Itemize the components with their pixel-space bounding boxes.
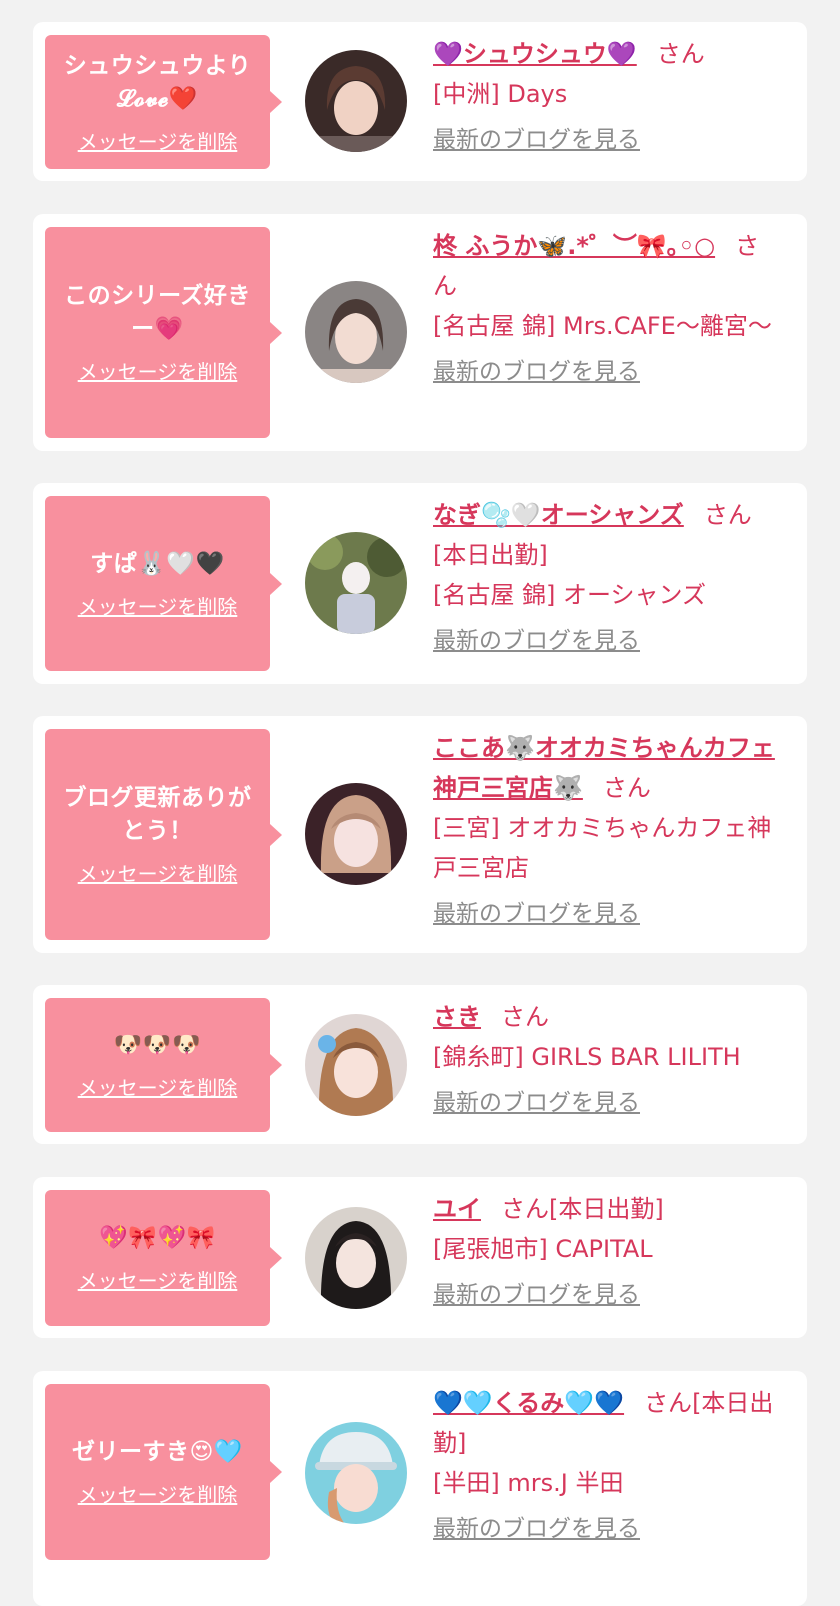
honorific: さん bbox=[656, 40, 705, 68]
delete-message-link[interactable]: メッセージを削除 bbox=[78, 858, 238, 887]
message-bubble: 💖🎀💖🎀 メッセージを削除 bbox=[45, 1190, 282, 1326]
cast-info: 💙🩵くるみ🩵💙 さん[本日出勤] [半田] mrs.J 半田 最新のブログを見る bbox=[433, 1383, 778, 1549]
avatar[interactable] bbox=[305, 1207, 407, 1309]
message-text: すぱ🐰🤍🖤 bbox=[90, 550, 225, 577]
avatar[interactable] bbox=[305, 1014, 407, 1116]
message-bubble: ゼリーすき😍🩵 メッセージを削除 bbox=[45, 1384, 282, 1560]
woman-portrait-icon bbox=[305, 1207, 407, 1309]
shop-name: [中洲] Days bbox=[433, 80, 568, 108]
message-bubble: このシリーズ好きー💗 メッセージを削除 bbox=[45, 227, 282, 438]
message-card: 🐶🐶🐶 メッセージを削除 さき さん [錦糸町] GIRLS BAR LILITH… bbox=[33, 985, 807, 1144]
cast-name-link[interactable]: なぎ🫧🤍オーシャンズ bbox=[433, 501, 684, 529]
latest-blog-link[interactable]: 最新のブログを見る bbox=[433, 1509, 778, 1549]
delete-message-link[interactable]: メッセージを削除 bbox=[78, 591, 238, 620]
latest-blog-link[interactable]: 最新のブログを見る bbox=[433, 894, 778, 934]
message-bubble: 🐶🐶🐶 メッセージを削除 bbox=[45, 998, 282, 1132]
woman-cap-icon bbox=[305, 1422, 407, 1524]
honorific: さん bbox=[644, 1389, 693, 1417]
message-card: シュウシュウより𝓛𝓸𝓿𝓮❤️ メッセージを削除 💜シュウシュウ💜 さん [中洲] … bbox=[33, 22, 807, 181]
work-status: [本日出勤] bbox=[433, 541, 548, 569]
cast-name-link[interactable]: 💙🩵くるみ🩵💙 bbox=[433, 1389, 624, 1417]
cast-info: ユイ さん[本日出勤] [尾張旭市] CAPITAL 最新のブログを見る bbox=[433, 1189, 778, 1315]
honorific: さん bbox=[501, 1003, 549, 1031]
cast-name-link[interactable]: 💜シュウシュウ💜 bbox=[433, 40, 637, 68]
message-card: すぱ🐰🤍🖤 メッセージを削除 なぎ🫧🤍オーシャンズ さん [本日出勤] [名古屋 錦… bbox=[33, 483, 807, 684]
message-text: ブログ更新ありがとう！ bbox=[63, 785, 252, 844]
message-text: 🐶🐶🐶 bbox=[113, 1032, 202, 1058]
avatar[interactable] bbox=[305, 281, 407, 383]
honorific: さん bbox=[501, 1195, 549, 1223]
delete-message-link[interactable]: メッセージを削除 bbox=[78, 1265, 238, 1294]
shop-name: [尾張旭市] CAPITAL bbox=[433, 1235, 653, 1263]
cast-name-link[interactable]: 柊 ふうか🦋.*゜︶🎀｡◦○ bbox=[433, 232, 715, 260]
delete-message-link[interactable]: メッセージを削除 bbox=[78, 1072, 238, 1101]
message-text: このシリーズ好きー💗 bbox=[64, 283, 251, 342]
message-text: シュウシュウより𝓛𝓸𝓿𝓮❤️ bbox=[63, 52, 252, 112]
latest-blog-link[interactable]: 最新のブログを見る bbox=[433, 1083, 778, 1123]
delete-message-link[interactable]: メッセージを削除 bbox=[78, 1479, 238, 1508]
latest-blog-link[interactable]: 最新のブログを見る bbox=[433, 1275, 778, 1315]
message-text: 💖🎀💖🎀 bbox=[99, 1225, 216, 1251]
shop-name: [錦糸町] GIRLS BAR LILITH bbox=[433, 1043, 741, 1071]
avatar[interactable] bbox=[305, 783, 407, 885]
shop-name: [三宮] オオカミちゃんカフェ神戸三宮店 bbox=[433, 814, 772, 882]
latest-blog-link[interactable]: 最新のブログを見る bbox=[433, 120, 778, 160]
work-status: [本日出勤] bbox=[549, 1195, 664, 1223]
cast-info: さき さん [錦糸町] GIRLS BAR LILITH 最新のブログを見る bbox=[433, 997, 778, 1123]
message-card: このシリーズ好きー💗 メッセージを削除 柊 ふうか🦋.*゜︶🎀｡◦○ さん [名古… bbox=[33, 214, 807, 451]
message-bubble: シュウシュウより𝓛𝓸𝓿𝓮❤️ メッセージを削除 bbox=[45, 35, 282, 169]
latest-blog-link[interactable]: 最新のブログを見る bbox=[433, 621, 778, 661]
message-bubble: ブログ更新ありがとう！ メッセージを削除 bbox=[45, 729, 282, 940]
woman-outdoor-icon bbox=[305, 532, 407, 634]
delete-message-link[interactable]: メッセージを削除 bbox=[78, 356, 238, 385]
avatar[interactable] bbox=[305, 532, 407, 634]
woman-portrait-icon bbox=[305, 1014, 407, 1116]
cast-info: 柊 ふうか🦋.*゜︶🎀｡◦○ さん [名古屋 錦] Mrs.CAFE～離宮～ 最新… bbox=[433, 226, 778, 392]
avatar[interactable] bbox=[305, 50, 407, 152]
message-text: ゼリーすき😍🩵 bbox=[71, 1439, 244, 1465]
cast-name-link[interactable]: さき bbox=[433, 1003, 481, 1031]
message-card: ゼリーすき😍🩵 メッセージを削除 💙🩵くるみ🩵💙 さん[本日出勤] [半田] mr… bbox=[33, 1371, 807, 1606]
message-bubble: すぱ🐰🤍🖤 メッセージを削除 bbox=[45, 496, 282, 671]
avatar[interactable] bbox=[305, 1422, 407, 1524]
message-card: 💖🎀💖🎀 メッセージを削除 ユイ さん[本日出勤] [尾張旭市] CAPITAL … bbox=[33, 1177, 807, 1338]
shop-name: [名古屋 錦] オーシャンズ bbox=[433, 581, 707, 609]
honorific: さん bbox=[602, 774, 651, 802]
cast-name-link[interactable]: ユイ bbox=[433, 1195, 481, 1223]
latest-blog-link[interactable]: 最新のブログを見る bbox=[433, 352, 778, 392]
shop-name: [半田] mrs.J 半田 bbox=[433, 1469, 624, 1497]
honorific: さん bbox=[703, 501, 752, 529]
woman-portrait-icon bbox=[305, 783, 407, 885]
shop-name: [名古屋 錦] Mrs.CAFE～離宮～ bbox=[433, 312, 772, 340]
delete-message-link[interactable]: メッセージを削除 bbox=[78, 126, 238, 155]
woman-portrait-icon bbox=[305, 281, 407, 383]
cast-info: なぎ🫧🤍オーシャンズ さん [本日出勤] [名古屋 錦] オーシャンズ 最新のブログ… bbox=[433, 495, 778, 661]
message-card: ブログ更新ありがとう！ メッセージを削除 ここあ🐺オオカミちゃんカフェ神戸三宮店… bbox=[33, 716, 807, 953]
cast-info: ここあ🐺オオカミちゃんカフェ神戸三宮店🐺 さん [三宮] オオカミちゃんカフェ神戸… bbox=[433, 728, 778, 934]
cast-info: 💜シュウシュウ💜 さん [中洲] Days 最新のブログを見る bbox=[433, 34, 778, 160]
woman-portrait-icon bbox=[305, 50, 407, 152]
